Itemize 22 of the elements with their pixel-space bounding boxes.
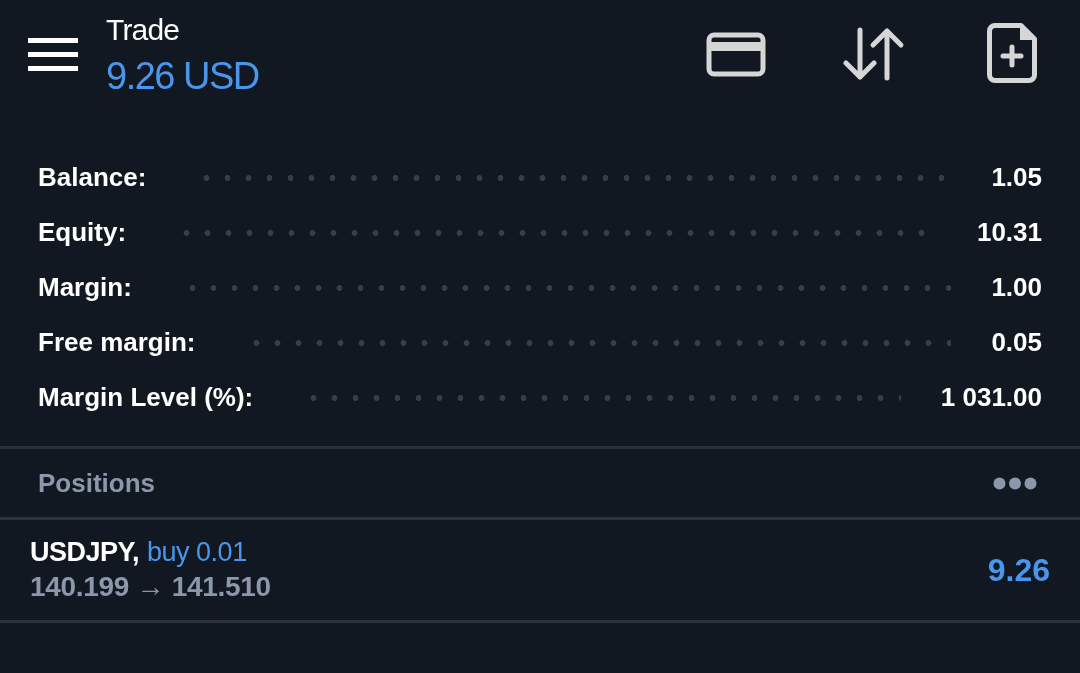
up-down-arrows-icon[interactable] [843, 27, 905, 81]
screen-title: Trade [106, 13, 181, 47]
field-value: 1.05 [991, 162, 1042, 193]
menu-icon[interactable] [28, 37, 78, 71]
credit-card-icon[interactable] [706, 31, 766, 77]
field-value: 1.00 [991, 272, 1042, 303]
field-label: Balance: [38, 162, 147, 193]
position-profit: 9.26 [987, 551, 1050, 589]
field-label: Equity: [38, 217, 127, 248]
position-symbol: USDJPY, [30, 536, 140, 569]
position-prices: 140.199 → 141.510 [30, 570, 271, 604]
new-document-icon[interactable] [987, 23, 1037, 83]
field-label: Free margin: [38, 327, 196, 358]
field-label: Margin: [38, 272, 132, 303]
field-value: 10.31 [976, 217, 1042, 248]
field-label: Margin Level (%): [38, 382, 254, 413]
positions-heading: Positions [38, 467, 155, 499]
position-order: buy 0.01 [147, 536, 247, 569]
more-icon[interactable] [993, 476, 1037, 490]
total-profit: 9.26 USD [106, 54, 259, 99]
field-value: 1 031.00 [940, 382, 1042, 413]
field-value: 0.05 [991, 327, 1042, 358]
